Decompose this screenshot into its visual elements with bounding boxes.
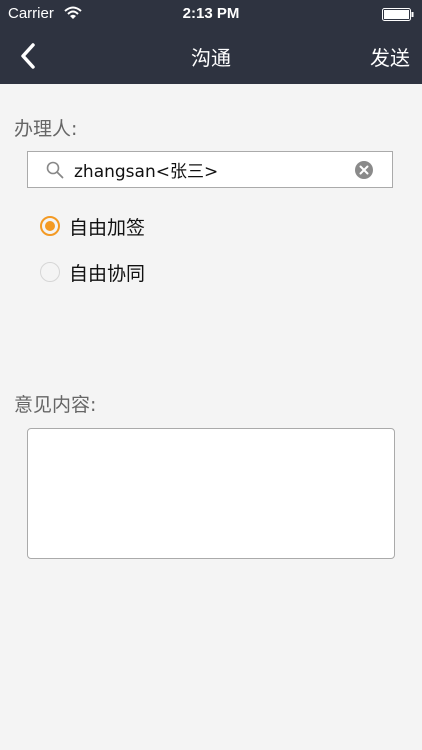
- page-title: 沟通: [191, 46, 231, 70]
- radio-option-free-add-sign[interactable]: 自由加签: [40, 214, 146, 239]
- status-bar: Carrier 2:13 PM: [0, 0, 422, 28]
- radio-label: 自由协同: [69, 262, 146, 285]
- radio-checked-icon[interactable]: [40, 216, 60, 236]
- opinion-textarea[interactable]: [27, 428, 395, 559]
- assignee-search-box[interactable]: [27, 151, 393, 188]
- opinion-label: 意见内容:: [14, 394, 97, 416]
- send-button[interactable]: 发送: [370, 42, 410, 71]
- radio-option-free-collaborate[interactable]: 自由协同: [40, 260, 146, 285]
- radio-label: 自由加签: [69, 216, 146, 239]
- nav-bar: 沟通 发送: [0, 28, 422, 84]
- clear-icon[interactable]: [355, 161, 373, 179]
- assignee-search-input[interactable]: [74, 152, 344, 187]
- header: Carrier 2:13 PM 沟通 发送: [0, 0, 422, 84]
- battery-icon: [382, 8, 414, 21]
- search-icon: [46, 161, 64, 179]
- radio-unchecked-icon[interactable]: [40, 262, 60, 282]
- assignee-label: 办理人:: [14, 118, 78, 140]
- status-time: 2:13 PM: [182, 5, 240, 22]
